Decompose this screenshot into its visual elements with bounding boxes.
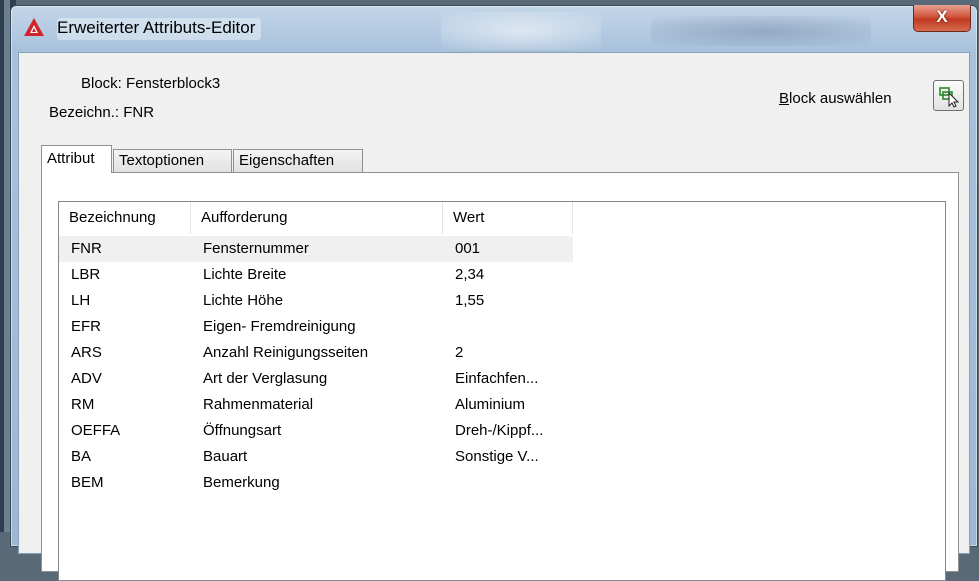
cell-tag: RM	[71, 396, 95, 413]
cell-value	[443, 314, 573, 340]
window-title: Erweiterter Attributs-Editor	[57, 18, 262, 40]
cell-prompt: Lichte Breite	[203, 266, 287, 283]
title-bar[interactable]: Erweiterter Attributs-Editor X	[11, 5, 977, 52]
cell-prompt: Öffnungsart	[203, 422, 282, 439]
autocad-a-icon	[24, 18, 44, 36]
tag-name-line: Bezeichn.: FNR	[49, 104, 154, 121]
column-header-aufforderung[interactable]: Aufforderung	[191, 202, 443, 234]
cell-tag: OEFFA	[71, 422, 121, 439]
tag-label: Bezeichn.:	[49, 104, 120, 121]
cell-prompt: Art der Verglasung	[203, 370, 328, 387]
dialog-client-area: Block: Fensterblock3 Bezeichn.: FNR Bloc…	[18, 52, 970, 581]
cell-value: Sonstige V...	[455, 448, 539, 465]
column-header-wert[interactable]: Wert	[443, 202, 573, 234]
tab-attribut[interactable]: Attribut	[41, 145, 112, 173]
cell-prompt: Fensternummer	[191, 236, 443, 262]
cell-value: 1,55	[455, 292, 485, 309]
cell-prompt: Anzahl Reinigungsseiten	[203, 344, 369, 361]
cell-value	[443, 470, 573, 496]
pick-cursor-icon	[939, 87, 960, 108]
cell-prompt: Rahmenmaterial	[203, 396, 314, 413]
cell-value: 001	[443, 236, 573, 262]
select-block-label: Block auswählen	[779, 90, 892, 107]
cell-tag: ARS	[71, 344, 102, 361]
cell-prompt: Lichte Höhe	[203, 292, 284, 309]
block-label: Block:	[81, 75, 122, 92]
table-row[interactable]: BA Bauart Sonstige V...	[59, 444, 945, 470]
table-row[interactable]: EFR Eigen- Fremdreinigung	[59, 314, 945, 340]
block-name-line: Block: Fensterblock3	[81, 75, 220, 92]
table-row[interactable]: ARS Anzahl Reinigungsseiten 2	[59, 340, 945, 366]
cell-prompt: Eigen- Fremdreinigung	[203, 318, 356, 335]
table-row[interactable]: LH Lichte Höhe 1,55	[59, 288, 945, 314]
table-row[interactable]: OEFFA Öffnungsart Dreh-/Kippf...	[59, 418, 945, 444]
cell-value: 2,34	[455, 266, 485, 283]
close-button[interactable]: X	[913, 5, 971, 32]
cell-tag: BA	[71, 448, 92, 465]
tab-textoptionen[interactable]: Textoptionen	[113, 149, 232, 172]
cell-tag: ADV	[71, 370, 102, 387]
select-block-label-text: lock auswählen	[789, 90, 892, 107]
table-row[interactable]: RM Rahmenmaterial Aluminium	[59, 392, 945, 418]
title-glass-shadow	[651, 16, 871, 46]
title-glass-highlight	[441, 12, 601, 50]
cell-value: Dreh-/Kippf...	[455, 422, 544, 439]
table-row[interactable]: BEM Bemerkung	[59, 470, 945, 496]
list-rows: FNR Fensternummer 001 LBR Lichte Breite …	[59, 236, 945, 496]
cell-tag: BEM	[71, 474, 104, 491]
close-icon: X	[936, 7, 948, 26]
cell-tag: LBR	[71, 266, 101, 283]
cell-tag: EFR	[71, 318, 101, 335]
tab-eigenschaften[interactable]: Eigenschaften	[233, 149, 363, 172]
column-header-bezeichnung[interactable]: Bezeichnung	[59, 202, 191, 234]
table-row[interactable]: ADV Art der Verglasung Einfachfen...	[59, 366, 945, 392]
cell-value: Einfachfen...	[455, 370, 539, 387]
cell-tag: FNR	[59, 236, 191, 262]
cell-prompt: Bemerkung	[203, 474, 280, 491]
cell-value: Aluminium	[455, 396, 526, 413]
select-block-button[interactable]	[933, 80, 964, 111]
attribute-editor-window: Erweiterter Attributs-Editor X Block: Fe…	[10, 5, 978, 581]
select-block-hotkey: B	[779, 90, 790, 107]
table-row[interactable]: LBR Lichte Breite 2,34	[59, 262, 945, 288]
tag-value: FNR	[123, 104, 155, 121]
cell-tag: LH	[71, 292, 91, 309]
list-header: Bezeichnung Aufforderung Wert	[59, 202, 945, 234]
attribute-tab-panel: Bezeichnung Aufforderung Wert FNR Fenste…	[41, 172, 959, 581]
cell-prompt: Bauart	[203, 448, 248, 465]
block-value: Fensterblock3	[126, 75, 221, 92]
cell-value: 2	[455, 344, 464, 361]
attribute-list[interactable]: Bezeichnung Aufforderung Wert FNR Fenste…	[58, 201, 946, 581]
table-row[interactable]: FNR Fensternummer 001	[59, 236, 945, 262]
